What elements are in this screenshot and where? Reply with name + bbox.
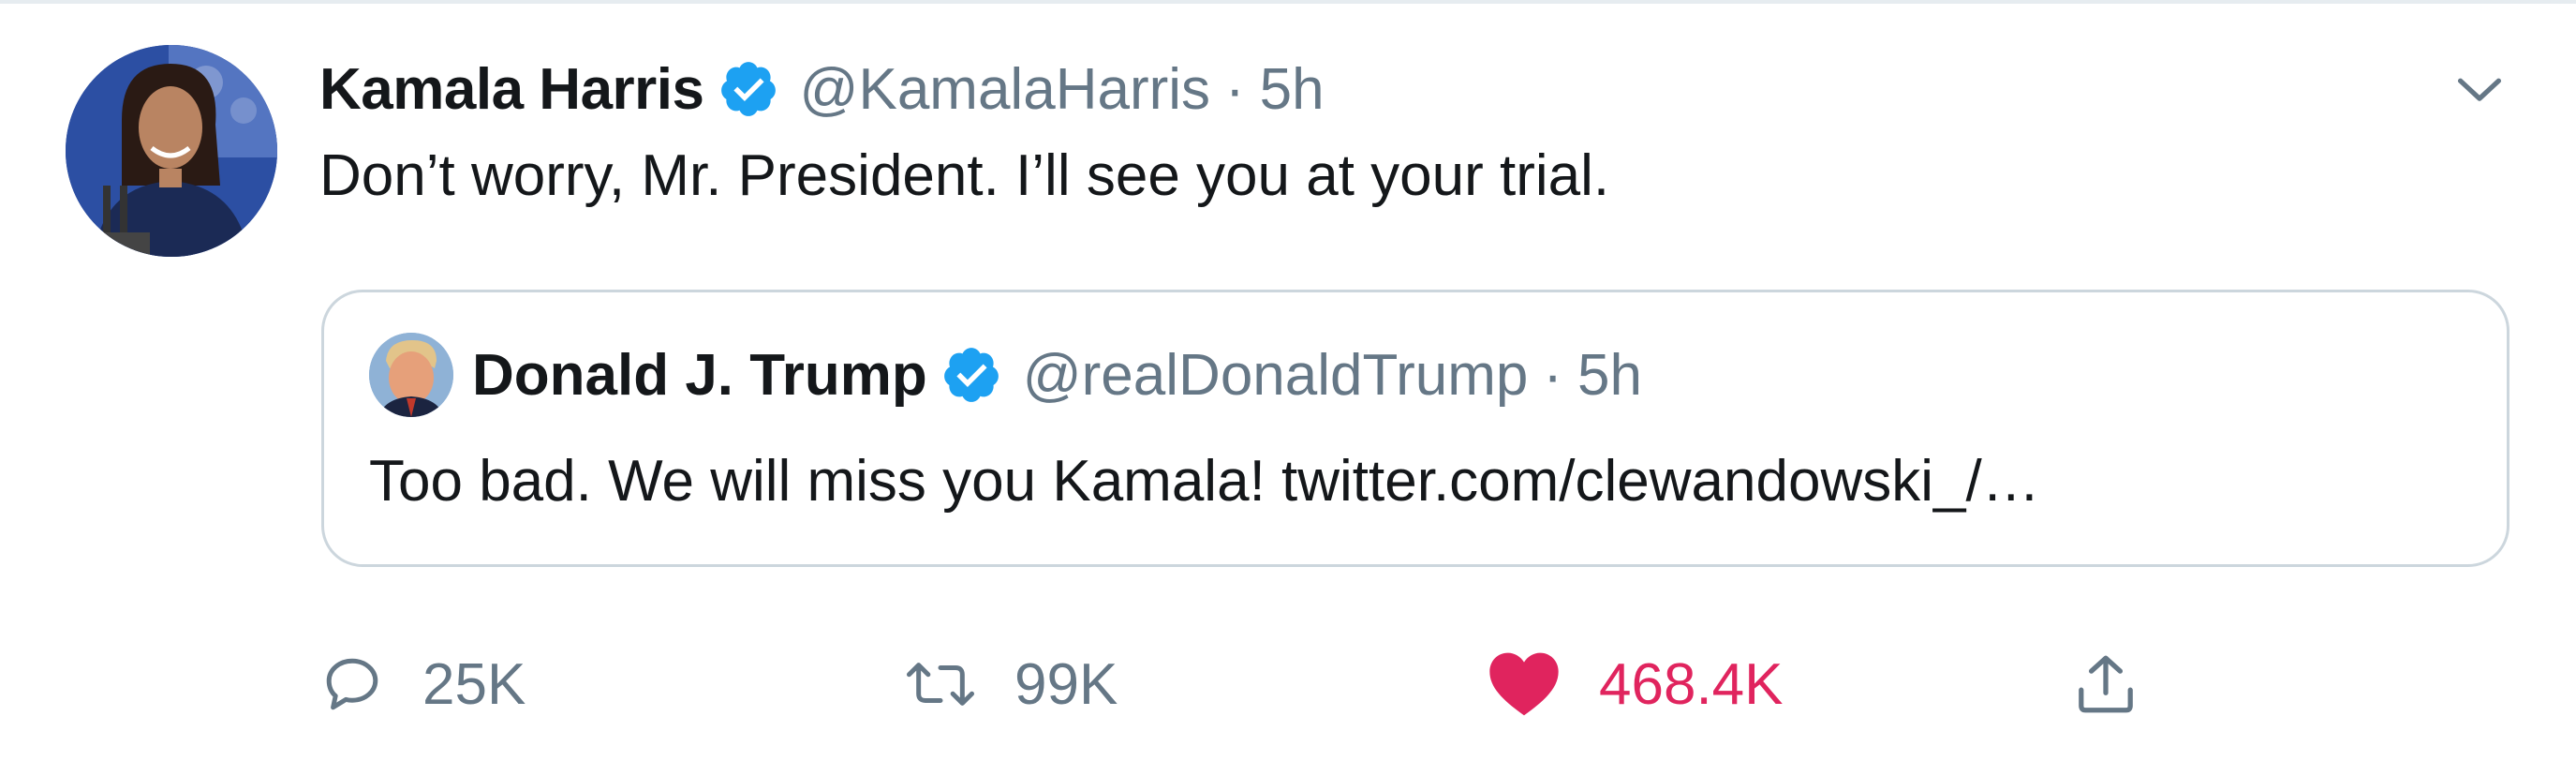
- quoted-tweet-header: Donald J. Trump @realDonaldTrump · 5h: [369, 328, 1642, 422]
- retweet-count: 99K: [1014, 651, 1118, 717]
- author-handle[interactable]: @KamalaHarris: [800, 56, 1210, 123]
- reply-icon: [326, 658, 378, 710]
- retweet-button[interactable]: 99K: [904, 637, 1118, 731]
- like-count: 468.4K: [1599, 651, 1784, 717]
- tweet-actions: 25K 99K 468.4K: [319, 637, 2193, 731]
- author-display-name[interactable]: Kamala Harris: [319, 56, 704, 123]
- profile-photo-icon: [369, 333, 453, 417]
- heart-icon: [1489, 652, 1559, 716]
- quoted-author-display-name: Donald J. Trump: [472, 342, 927, 408]
- profile-photo-icon: [66, 45, 277, 257]
- header-separator: ·: [1225, 56, 1245, 122]
- share-button[interactable]: [2071, 637, 2140, 731]
- reply-count: 25K: [422, 651, 526, 717]
- verified-badge-icon: [940, 344, 1002, 406]
- retweet-icon: [906, 663, 975, 706]
- quoted-author-handle: @realDonaldTrump: [1022, 342, 1529, 408]
- tweet-timestamp[interactable]: 5h: [1260, 56, 1325, 123]
- share-icon: [2079, 655, 2133, 713]
- quoted-header-separator: ·: [1543, 342, 1562, 408]
- tweet: Kamala Harris @KamalaHarris · 5h Don’t w…: [0, 0, 2576, 761]
- quoted-tweet-text: Too bad. We will miss you Kamala! twitte…: [369, 449, 2040, 514]
- tweet-text: Don’t worry, Mr. President. I’ll see you…: [319, 143, 1610, 208]
- reply-button[interactable]: 25K: [319, 637, 526, 731]
- like-button[interactable]: 468.4K: [1487, 637, 1784, 731]
- quoted-tweet-timestamp: 5h: [1577, 342, 1642, 408]
- quoted-tweet[interactable]: Donald J. Trump @realDonaldTrump · 5h To…: [321, 290, 2509, 567]
- chevron-down-icon[interactable]: [2447, 56, 2512, 122]
- author-avatar[interactable]: [66, 45, 277, 257]
- verified-badge-icon: [718, 58, 779, 120]
- tweet-header: Kamala Harris @KamalaHarris · 5h: [319, 47, 1325, 131]
- quoted-author-avatar: [369, 333, 453, 417]
